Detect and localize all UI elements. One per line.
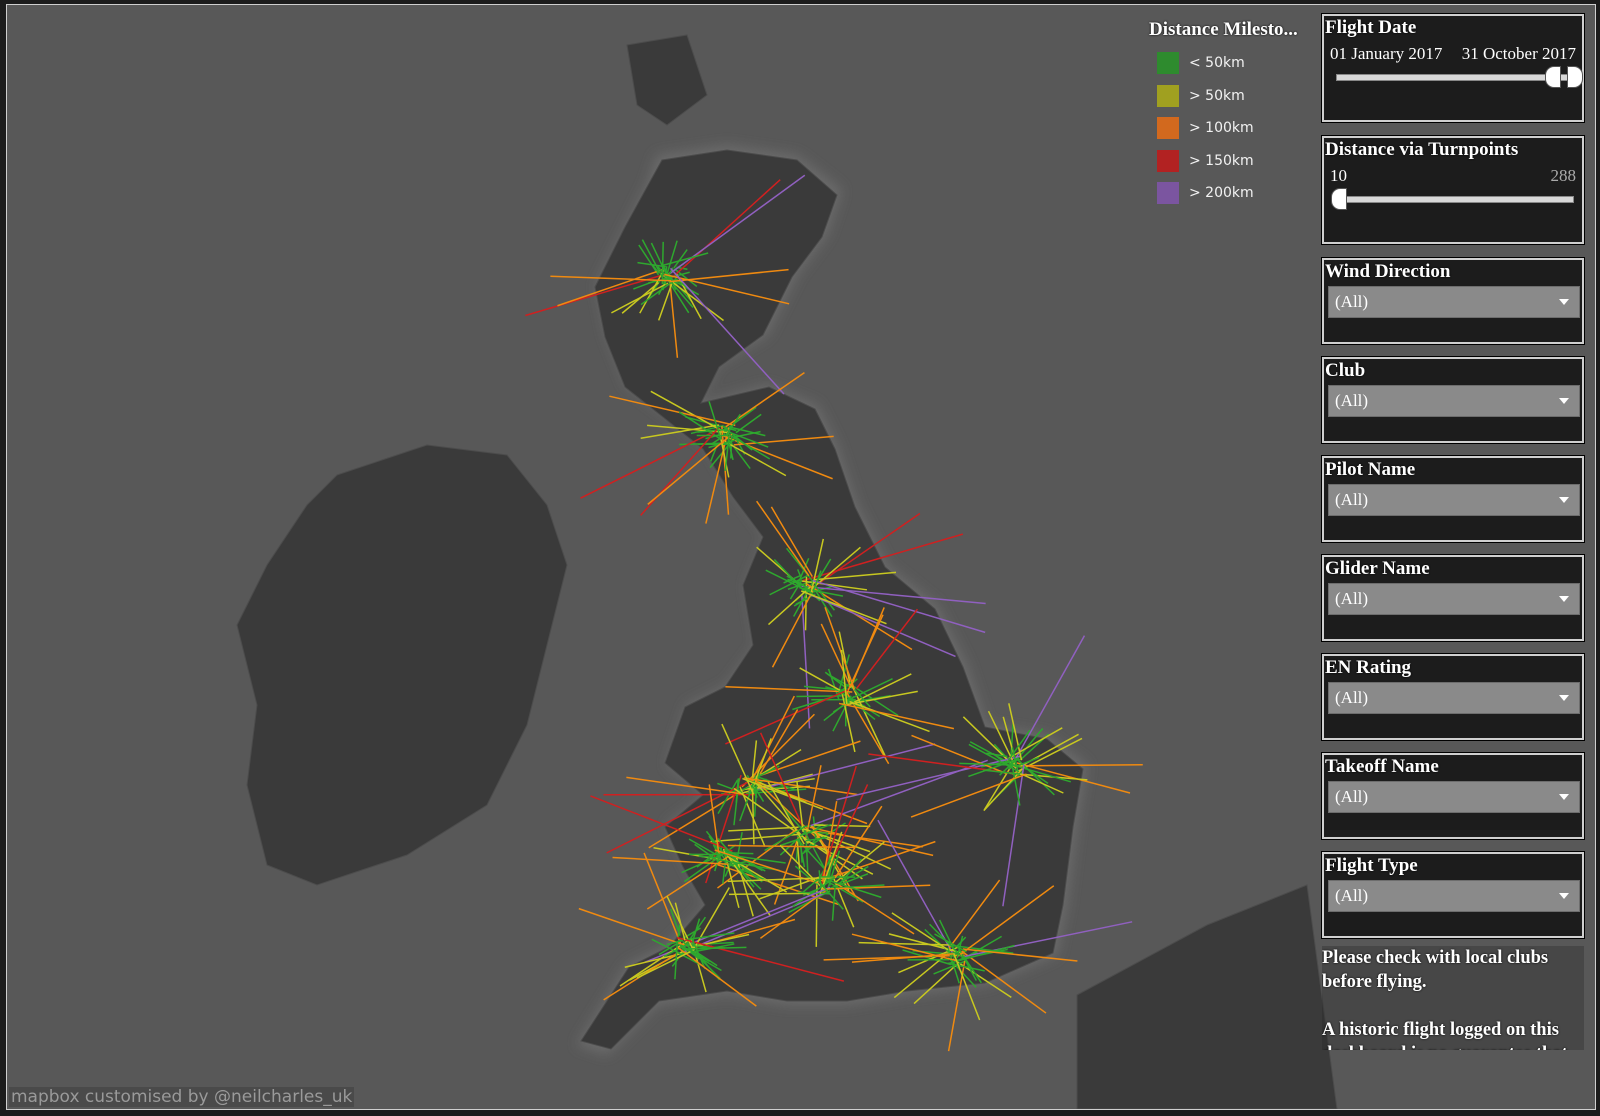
swatch-gt100 xyxy=(1157,117,1179,140)
legend-label: > 200km xyxy=(1189,185,1254,202)
flight-track[interactable] xyxy=(640,427,720,516)
flight-track[interactable] xyxy=(815,878,818,947)
legend-label: > 100km xyxy=(1189,120,1254,137)
pilot-name-dropdown[interactable]: (All) xyxy=(1328,484,1580,516)
filter-pilot-name: Pilot Name (All) xyxy=(1321,455,1585,543)
disclaimer-note: Please check with local clubs before fly… xyxy=(1322,946,1584,1050)
flight-track[interactable] xyxy=(578,907,687,947)
legend-item-lt50[interactable]: < 50km xyxy=(1149,47,1298,80)
dropdown-value: (All) xyxy=(1335,292,1369,311)
swatch-lt50 xyxy=(1157,52,1179,75)
chevron-down-icon xyxy=(1559,893,1569,899)
filter-takeoff-name: Takeoff Name (All) xyxy=(1321,752,1585,840)
dropdown-value: (All) xyxy=(1335,688,1369,707)
range-end: 31 October 2017 xyxy=(1461,44,1576,63)
filter-title: Flight Type xyxy=(1325,855,1418,876)
flight-track[interactable] xyxy=(730,434,733,459)
note-line-2: A historic flight logged on this dashboa… xyxy=(1322,1020,1568,1050)
dropdown-value: (All) xyxy=(1335,787,1369,806)
dropdown-value: (All) xyxy=(1335,490,1369,509)
chevron-down-icon xyxy=(1559,596,1569,602)
dropdown-value: (All) xyxy=(1335,886,1369,905)
date-slider-start-handle[interactable] xyxy=(1544,66,1561,88)
ireland xyxy=(236,444,568,886)
map-attribution: mapbox customised by @neilcharles_uk xyxy=(9,1087,355,1107)
distance-legend: Distance Milesto... < 50km > 50km > 100k… xyxy=(1149,19,1298,210)
distance-slider-track[interactable] xyxy=(1331,188,1574,210)
legend-item-gt200[interactable]: > 200km xyxy=(1149,177,1298,210)
chevron-down-icon xyxy=(1559,794,1569,800)
dropdown-value: (All) xyxy=(1335,589,1369,608)
range-max: 288 xyxy=(1550,166,1577,185)
filter-title: Distance via Turnpoints xyxy=(1325,139,1519,160)
legend-label: > 150km xyxy=(1189,152,1254,169)
legend-item-gt50[interactable]: > 50km xyxy=(1149,80,1298,113)
filter-distance: Distance via Turnpoints 10 288 xyxy=(1321,135,1585,245)
chevron-down-icon xyxy=(1559,695,1569,701)
swatch-gt200 xyxy=(1157,182,1179,205)
en-rating-dropdown[interactable]: (All) xyxy=(1328,682,1580,714)
legend-title: Distance Milesto... xyxy=(1149,19,1298,40)
takeoff-name-dropdown[interactable]: (All) xyxy=(1328,781,1580,813)
filter-wind-direction: Wind Direction (All) xyxy=(1321,257,1585,345)
legend-item-gt150[interactable]: > 150km xyxy=(1149,145,1298,178)
glider-name-dropdown[interactable]: (All) xyxy=(1328,583,1580,615)
legend-label: < 50km xyxy=(1189,55,1245,72)
note-line-1: Please check with local clubs before fly… xyxy=(1322,948,1549,992)
flight-track[interactable] xyxy=(643,852,682,945)
club-dropdown[interactable]: (All) xyxy=(1328,385,1580,417)
filter-title: Flight Date xyxy=(1325,17,1417,38)
filter-flight-type: Flight Type (All) xyxy=(1321,851,1585,939)
filter-flight-date: Flight Date 01 January 2017 31 October 20… xyxy=(1321,13,1585,123)
filter-title: Pilot Name xyxy=(1325,459,1416,480)
europe xyxy=(1076,884,1338,1109)
flight-type-dropdown[interactable]: (All) xyxy=(1328,880,1580,912)
legend-item-gt100[interactable]: > 100km xyxy=(1149,112,1298,145)
filter-glider-name: Glider Name (All) xyxy=(1321,554,1585,642)
swatch-gt150 xyxy=(1157,149,1179,172)
range-start: 01 January 2017 xyxy=(1330,44,1443,63)
date-slider-track[interactable] xyxy=(1336,66,1583,88)
date-slider-end-handle[interactable] xyxy=(1567,66,1583,88)
filter-en-rating: EN Rating (All) xyxy=(1321,653,1585,741)
distance-slider-min-handle[interactable] xyxy=(1331,188,1347,210)
chevron-down-icon xyxy=(1559,299,1569,305)
legend-label: > 50km xyxy=(1189,87,1245,104)
filter-title: EN Rating xyxy=(1325,657,1412,678)
range-min: 10 xyxy=(1330,166,1347,185)
dropdown-value: (All) xyxy=(1335,391,1369,410)
filter-title: Club xyxy=(1325,360,1366,381)
chevron-down-icon xyxy=(1559,398,1569,404)
filter-club: Club (All) xyxy=(1321,356,1585,444)
wind-direction-dropdown[interactable]: (All) xyxy=(1328,286,1580,318)
chevron-down-icon xyxy=(1559,497,1569,503)
north-scotland xyxy=(626,34,708,126)
flight-track[interactable] xyxy=(580,428,720,499)
filter-title: Wind Direction xyxy=(1325,261,1451,282)
filter-title: Glider Name xyxy=(1325,558,1430,579)
swatch-gt50 xyxy=(1157,84,1179,107)
filter-title: Takeoff Name xyxy=(1325,756,1439,777)
